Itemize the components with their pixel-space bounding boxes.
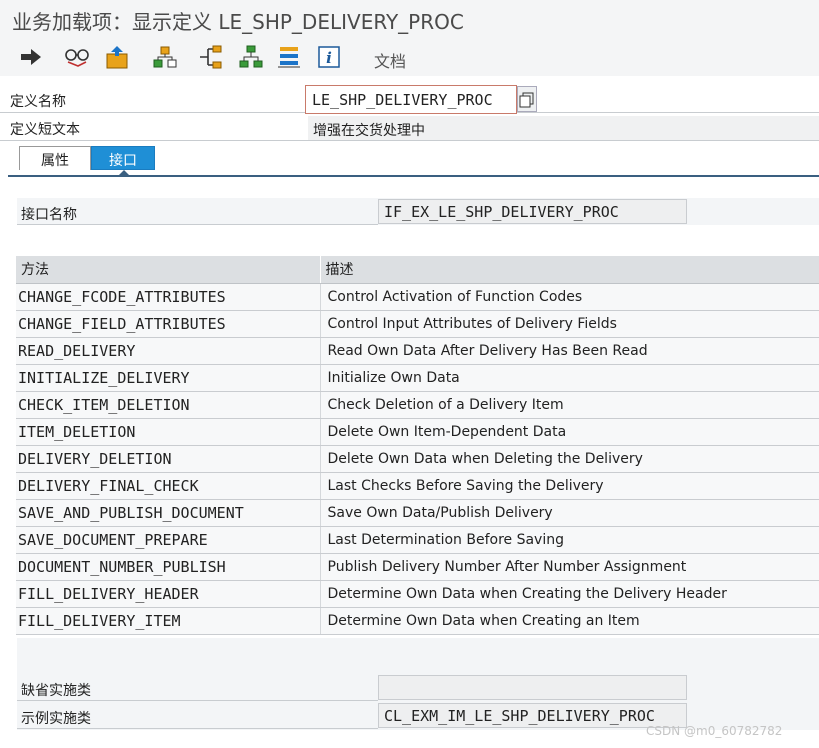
table-row[interactable]: CHECK_ITEM_DELETION Check Deletion of a D… [16,391,819,419]
documentation-button[interactable]: 文档 [374,48,406,72]
glasses-icon[interactable] [62,43,92,71]
table-row[interactable]: ITEM_DELETION Delete Own Item-Dependent D… [16,418,819,446]
table-row[interactable]: CHANGE_FIELD_ATTRIBUTES Control Input Att… [16,310,819,338]
active-tab-indicator [118,170,130,176]
description-cell: Determine Own Data when Creating an Item [320,607,819,635]
description-cell: Initialize Own Data [320,364,819,392]
description-cell: Delete Own Data when Deleting the Delive… [320,445,819,473]
table-row[interactable]: DELIVERY_DELETION Delete Own Data when De… [16,445,819,473]
interface-name-label: 接口名称 [21,207,77,223]
method-cell[interactable]: CHANGE_FCODE_ATTRIBUTES [16,283,321,311]
table-row[interactable]: FILL_DELIVERY_ITEM Determine Own Data whe… [16,607,819,635]
table-row[interactable]: DOCUMENT_NUMBER_PUBLISH Publish Delivery … [16,553,819,581]
application-toolbar: i 文档 [0,38,819,76]
description-cell: Delete Own Item-Dependent Data [320,418,819,446]
description-cell: Publish Delivery Number After Number Ass… [320,553,819,581]
methods-table-header: 方法 描述 [16,256,819,284]
definition-name-field[interactable]: LE_SHP_DELIVERY_PROC [305,85,517,114]
method-cell[interactable]: FILL_DELIVERY_ITEM [16,607,321,635]
table-row[interactable]: DELIVERY_FINAL_CHECK Last Checks Before S… [16,472,819,500]
arrow-right-icon[interactable] [16,43,46,71]
column-header-description[interactable]: 描述 [320,256,819,284]
description-cell: Determine Own Data when Creating the Del… [320,580,819,608]
copy-icon[interactable] [517,86,537,112]
info-icon[interactable]: i [314,43,344,71]
window-title: 业务加载项：显示定义 LE_SHP_DELIVERY_PROC [0,0,819,38]
method-cell[interactable]: FILL_DELIVERY_HEADER [16,580,321,608]
method-cell[interactable]: DELIVERY_FINAL_CHECK [16,472,321,500]
example-impl-class-field[interactable]: CL_EXM_IM_LE_SHP_DELIVERY_PROC [378,703,687,728]
table-row[interactable]: FILL_DELIVERY_HEADER Determine Own Data w… [16,580,819,608]
description-cell: Read Own Data After Delivery Has Been Re… [320,337,819,365]
example-impl-class-label: 示例实施类 [21,711,91,727]
org-chart-icon[interactable] [236,43,266,71]
hierarchy-icon[interactable] [150,43,180,71]
description-cell: Last Determination Before Saving [320,526,819,554]
definition-short-text-label: 定义短文本 [10,122,80,138]
description-cell: Control Input Attributes of Delivery Fie… [320,310,819,338]
watermark: CSDN @m0_60782782 [646,724,783,738]
default-impl-class-field[interactable] [378,675,687,700]
method-cell[interactable]: SAVE_AND_PUBLISH_DOCUMENT [16,499,321,527]
method-cell[interactable]: DELIVERY_DELETION [16,445,321,473]
description-cell: Check Deletion of a Delivery Item [320,391,819,419]
method-cell[interactable]: DOCUMENT_NUMBER_PUBLISH [16,553,321,581]
description-cell: Last Checks Before Saving the Delivery [320,472,819,500]
default-impl-class-label: 缺省实施类 [21,683,91,699]
methods-table: 方法 描述 CHANGE_FCODE_ATTRIBUTES Control Act… [16,256,819,635]
svg-text:i: i [326,49,332,67]
transport-icon[interactable] [102,43,132,71]
table-row[interactable]: READ_DELIVERY Read Own Data After Deliver… [16,337,819,365]
method-cell[interactable]: INITIALIZE_DELIVERY [16,364,321,392]
column-header-method[interactable]: 方法 [16,256,321,284]
branch-icon[interactable] [196,43,226,71]
tab-attributes[interactable]: 属性 [19,146,91,170]
method-cell[interactable]: SAVE_DOCUMENT_PREPARE [16,526,321,554]
table-row[interactable]: SAVE_DOCUMENT_PREPARE Last Determination … [16,526,819,554]
tab-interface[interactable]: 接口 [91,146,155,170]
default-impl-divider [17,700,378,701]
description-cell: Save Own Data/Publish Delivery [320,499,819,527]
table-row[interactable]: CHANGE_FCODE_ATTRIBUTES Control Activatio… [16,283,819,311]
interface-label-divider [17,224,378,225]
table-row[interactable]: INITIALIZE_DELIVERY Initialize Own Data [16,364,819,392]
method-cell[interactable]: ITEM_DELETION [16,418,321,446]
method-cell[interactable]: CHANGE_FIELD_ATTRIBUTES [16,310,321,338]
method-cell[interactable]: READ_DELIVERY [16,337,321,365]
definition-short-text-value: 增强在交货处理中 [308,116,819,140]
table-row[interactable]: SAVE_AND_PUBLISH_DOCUMENT Save Own Data/P… [16,499,819,527]
list-stack-icon[interactable] [274,43,304,71]
method-cell[interactable]: CHECK_ITEM_DELETION [16,391,321,419]
example-impl-divider [17,728,378,729]
definition-name-label: 定义名称 [10,94,66,110]
interface-name-field[interactable]: IF_EX_LE_SHP_DELIVERY_PROC [378,199,687,224]
description-cell: Control Activation of Function Codes [320,283,819,311]
